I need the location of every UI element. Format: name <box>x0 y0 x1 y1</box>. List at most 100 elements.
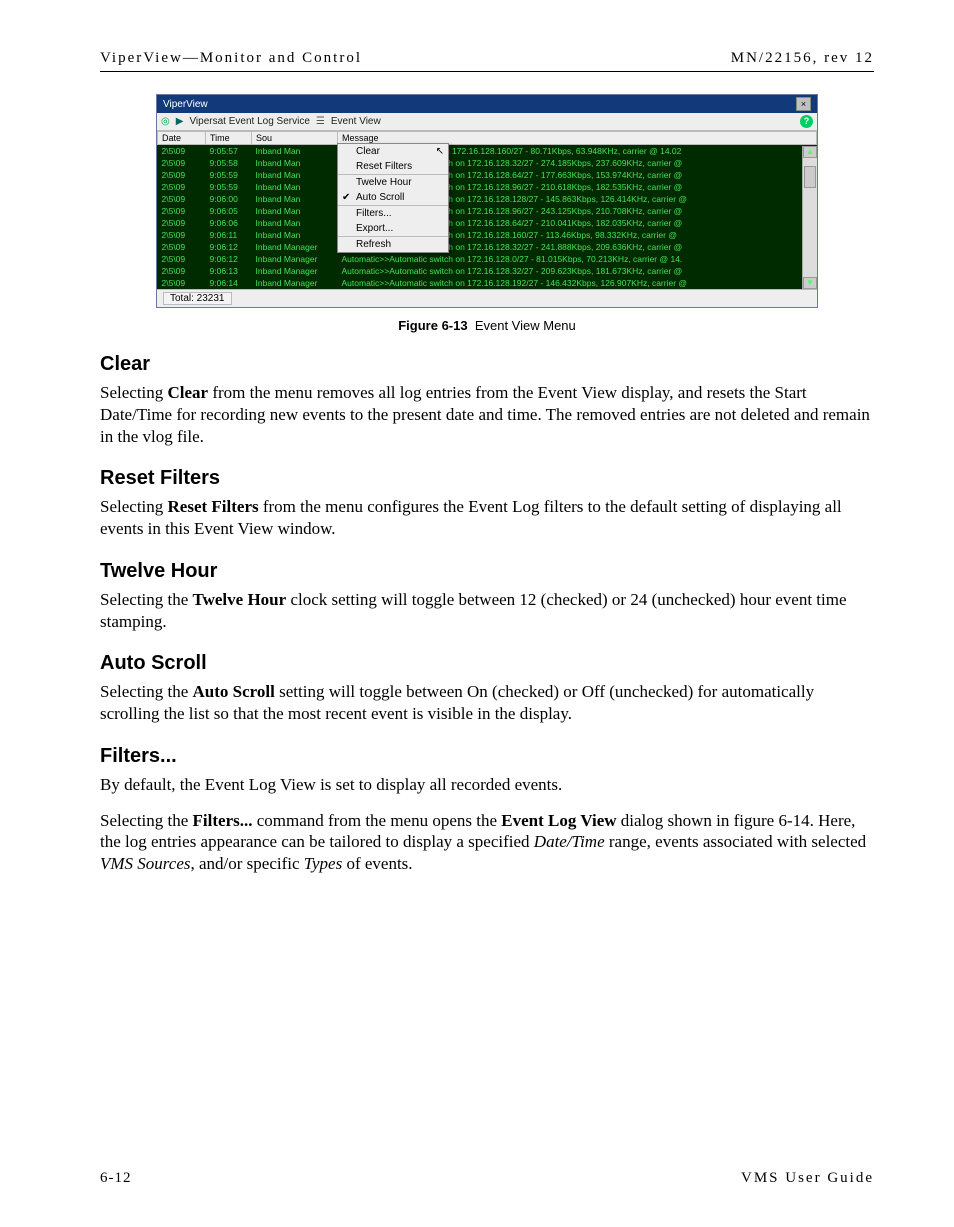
menu-item-reset-filters[interactable]: Reset Filters <box>338 159 448 174</box>
cursor-icon: ↖ <box>436 146 444 157</box>
menu-item-auto-scroll[interactable]: ✔ Auto Scroll <box>338 190 448 205</box>
table-cell: Inband Manager <box>252 241 338 253</box>
table-cell: 9:06:12 <box>206 241 252 253</box>
section-twelve-title: Twelve Hour <box>100 560 874 583</box>
event-log-table: Date Time Sou Message 2\5\099:05:57Inban… <box>157 131 817 289</box>
table-row[interactable]: 2\5\099:05:59Inband ManAutomatic>>Automa… <box>158 181 817 193</box>
figure-label: Figure 6-13 <box>398 318 467 333</box>
table-cell: 9:06:06 <box>206 217 252 229</box>
table-cell: 2\5\09 <box>158 265 206 277</box>
scroll-down-icon[interactable]: ▼ <box>803 277 817 289</box>
col-source[interactable]: Sou <box>252 132 338 145</box>
table-cell: 9:06:11 <box>206 229 252 241</box>
window-titlebar: ViperView × <box>157 95 817 113</box>
table-cell: 9:06:13 <box>206 265 252 277</box>
table-cell: 2\5\09 <box>158 241 206 253</box>
figure-caption-text: Event View Menu <box>475 318 576 333</box>
vertical-scrollbar[interactable]: ▲ ▼ <box>802 146 817 289</box>
menu-item-filters[interactable]: Filters... <box>338 205 448 221</box>
event-log-area: Date Time Sou Message 2\5\099:05:57Inban… <box>157 131 817 289</box>
header-right: MN/22156, rev 12 <box>731 50 874 67</box>
table-cell: Inband Man <box>252 157 338 169</box>
table-row[interactable]: 2\5\099:06:00Inband ManAutomatic>>Automa… <box>158 193 817 205</box>
table-cell: 2\5\09 <box>158 193 206 205</box>
table-cell: 2\5\09 <box>158 169 206 181</box>
breadcrumb-view[interactable]: Event View <box>331 116 381 127</box>
table-cell: Inband Manager <box>252 277 338 289</box>
table-row[interactable]: 2\5\099:05:57Inband ManHome>>Automatic s… <box>158 145 817 158</box>
table-cell: Inband Man <box>252 229 338 241</box>
breadcrumb-bar: ◎ ▶ Vipersat Event Log Service ☰ Event V… <box>157 113 817 131</box>
col-date[interactable]: Date <box>158 132 206 145</box>
footer-guide-title: VMS User Guide <box>741 1170 874 1187</box>
table-row[interactable]: 2\5\099:06:05Inband ManAutomatic>>Automa… <box>158 205 817 217</box>
table-cell: 9:05:58 <box>206 157 252 169</box>
section-auto-title: Auto Scroll <box>100 652 874 675</box>
menu-item-twelve-hour[interactable]: Twelve Hour <box>338 174 448 190</box>
footer-page-number: 6-12 <box>100 1170 132 1187</box>
table-cell: Inband Man <box>252 181 338 193</box>
section-twelve-body: Selecting the Twelve Hour clock setting … <box>100 589 874 633</box>
table-cell: Inband Man <box>252 169 338 181</box>
page-footer: 6-12 VMS User Guide <box>100 1170 874 1187</box>
menu-item-label: Filters... <box>356 208 392 219</box>
scroll-up-icon[interactable]: ▲ <box>803 146 817 158</box>
table-cell: 2\5\09 <box>158 277 206 289</box>
close-icon[interactable]: × <box>796 97 811 111</box>
running-header: ViperView—Monitor and Control MN/22156, … <box>100 50 874 72</box>
menu-item-refresh[interactable]: Refresh <box>338 236 448 252</box>
help-icon[interactable]: ? <box>800 115 813 128</box>
menu-item-label: Refresh <box>356 239 391 250</box>
table-cell: 2\5\09 <box>158 181 206 193</box>
globe-icon: ◎ <box>161 117 170 127</box>
table-cell: 9:06:14 <box>206 277 252 289</box>
table-row[interactable]: 2\5\099:06:06Inband ManAutomatic>>Automa… <box>158 217 817 229</box>
col-time[interactable]: Time <box>206 132 252 145</box>
figure-wrapper: ViperView × ◎ ▶ Vipersat Event Log Servi… <box>100 94 874 333</box>
table-cell: 9:06:00 <box>206 193 252 205</box>
menu-item-label: Auto Scroll <box>356 192 404 203</box>
section-filters-body2: Selecting the Filters... command from th… <box>100 810 874 875</box>
event-view-context-menu[interactable]: ↖ Clear Reset Filters Twelve Hour ✔ Auto… <box>337 143 449 253</box>
breadcrumb-service[interactable]: Vipersat Event Log Service <box>189 116 309 127</box>
table-row[interactable]: 2\5\099:06:12Inband ManagerAutomatic>>Au… <box>158 241 817 253</box>
status-bar: Total: 23231 <box>157 289 817 307</box>
menu-item-label: Clear <box>356 146 380 157</box>
table-cell: 2\5\09 <box>158 157 206 169</box>
section-reset-title: Reset Filters <box>100 467 874 490</box>
table-row[interactable]: 2\5\099:06:13Inband ManagerAutomatic>>Au… <box>158 265 817 277</box>
menu-item-export[interactable]: Export... <box>338 221 448 236</box>
table-row[interactable]: 2\5\099:06:14Inband ManagerAutomatic>>Au… <box>158 277 817 289</box>
figure-caption: Figure 6-13 Event View Menu <box>100 318 874 333</box>
table-row[interactable]: 2\5\099:06:11Inband ManAutomatic>>Automa… <box>158 229 817 241</box>
folder-arrow-icon: ▶ <box>176 117 184 127</box>
section-auto-body: Selecting the Auto Scroll setting will t… <box>100 681 874 725</box>
table-cell: Inband Man <box>252 193 338 205</box>
table-cell: 2\5\09 <box>158 253 206 265</box>
scroll-thumb[interactable] <box>804 166 816 188</box>
table-cell: 9:05:59 <box>206 181 252 193</box>
table-cell: 2\5\09 <box>158 217 206 229</box>
table-cell: 9:05:59 <box>206 169 252 181</box>
table-row[interactable]: 2\5\099:05:59Inband ManAutomatic>>Automa… <box>158 169 817 181</box>
table-row[interactable]: 2\5\099:06:12Inband ManagerAutomatic>>Au… <box>158 253 817 265</box>
table-cell: 2\5\09 <box>158 229 206 241</box>
table-cell: Automatic>>Automatic switch on 172.16.12… <box>338 265 817 277</box>
section-clear-body: Selecting Clear from the menu removes al… <box>100 382 874 447</box>
table-header-row: Date Time Sou Message <box>158 132 817 145</box>
table-cell: Inband Man <box>252 145 338 158</box>
menu-item-clear[interactable]: ↖ Clear <box>338 144 448 159</box>
section-clear-title: Clear <box>100 353 874 376</box>
menu-item-label: Reset Filters <box>356 161 412 172</box>
table-row[interactable]: 2\5\099:05:58Inband ManAutomatic>>Automa… <box>158 157 817 169</box>
viperview-window: ViperView × ◎ ▶ Vipersat Event Log Servi… <box>156 94 818 308</box>
section-reset-body: Selecting Reset Filters from the menu co… <box>100 496 874 540</box>
status-total: Total: 23231 <box>163 292 232 305</box>
menu-item-label: Export... <box>356 223 393 234</box>
table-cell: Inband Man <box>252 205 338 217</box>
menu-item-label: Twelve Hour <box>356 177 412 188</box>
table-cell: Automatic>>Automatic switch on 172.16.12… <box>338 277 817 289</box>
check-icon: ✔ <box>342 192 350 203</box>
table-cell: 2\5\09 <box>158 205 206 217</box>
table-cell: 2\5\09 <box>158 145 206 158</box>
